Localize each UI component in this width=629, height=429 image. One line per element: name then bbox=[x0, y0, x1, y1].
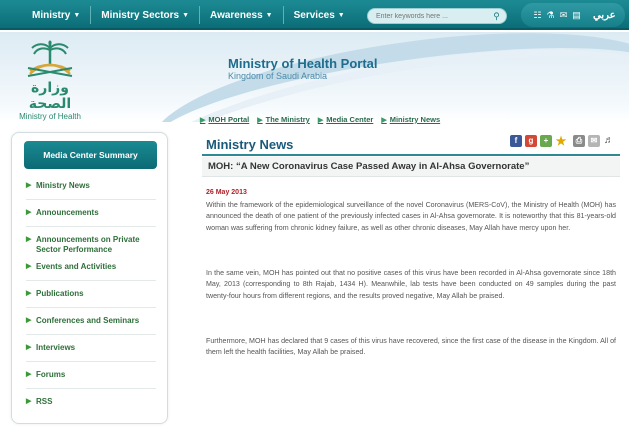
bullet-arrow-icon: ▶ bbox=[26, 290, 32, 297]
sidebar-item-forums[interactable]: ▶ Forums bbox=[26, 370, 161, 380]
logo-english-text: Ministry of Health bbox=[19, 112, 81, 121]
breadcrumb-moh-portal[interactable]: ▶ MOH Portal bbox=[200, 115, 249, 124]
text-size-icon[interactable]: ▤ bbox=[570, 10, 583, 21]
chevron-down-icon: ▼ bbox=[265, 11, 273, 19]
bullet-arrow-icon: ▶ bbox=[26, 182, 32, 189]
arrow-right-icon: ▶ bbox=[317, 116, 324, 124]
section-title: Ministry News bbox=[206, 137, 294, 152]
sidebar-item-events-activities[interactable]: ▶ Events and Activities bbox=[26, 262, 161, 272]
sidebar-divider bbox=[26, 199, 156, 200]
nav-ministry[interactable]: Ministry ▼ bbox=[12, 0, 90, 30]
news-headline: MOH: “A New Coronavirus Case Passed Away… bbox=[208, 161, 530, 172]
sidebar-divider bbox=[26, 361, 156, 362]
sidebar-heading: Media Center Summary bbox=[24, 141, 157, 169]
sidebar-item-label: RSS bbox=[36, 397, 53, 406]
top-navigation-bar: Ministry ▼ Ministry Sectors ▼ Awareness ▼ S… bbox=[0, 0, 629, 30]
bullet-arrow-icon: ▶ bbox=[26, 398, 32, 405]
sidebar-item-label: Events and Activities bbox=[36, 262, 117, 271]
sidebar-item-conferences-seminars[interactable]: ▶ Conferences and Seminars bbox=[26, 316, 161, 326]
nav-services[interactable]: Services ▼ bbox=[284, 0, 355, 30]
sidebar-item-ministry-news[interactable]: ▶ Ministry News bbox=[26, 181, 161, 191]
breadcrumb: ▶ MOH Portal ▶ The Ministry ▶ Media Center … bbox=[200, 115, 448, 124]
arrow-right-icon: ▶ bbox=[257, 116, 263, 124]
sidebar-item-label: Conferences and Seminars bbox=[36, 316, 140, 325]
sidebar-divider bbox=[26, 280, 156, 281]
utility-tools: ☷ ⚗ ✉ ▤ عربي bbox=[521, 3, 625, 27]
breadcrumb-media-center[interactable]: ▶ Media Center bbox=[318, 115, 374, 124]
accessibility-icon[interactable]: ⚗ bbox=[544, 10, 557, 21]
bullet-arrow-icon: ▶ bbox=[26, 371, 32, 378]
sidebar-divider bbox=[26, 226, 156, 227]
language-switch-link[interactable]: عربي bbox=[593, 10, 616, 21]
search-box: ⚲ bbox=[367, 8, 507, 24]
sidebar-divider bbox=[26, 307, 156, 308]
nav-services-label: Services bbox=[293, 9, 335, 21]
bullet-arrow-icon: ▶ bbox=[26, 209, 32, 216]
sidebar-item-label: Publications bbox=[36, 289, 84, 298]
bullet-arrow-icon: ▶ bbox=[26, 236, 32, 243]
mail-icon[interactable]: ✉ bbox=[557, 10, 570, 21]
nav-awareness-label: Awareness bbox=[210, 9, 263, 21]
sidebar-divider bbox=[26, 388, 156, 389]
search-icon[interactable]: ⚲ bbox=[490, 10, 503, 22]
bullet-arrow-icon: ▶ bbox=[26, 263, 32, 270]
breadcrumb-label: Media Center bbox=[326, 115, 374, 124]
share-toolbar: f g + ★ ⎙ ✉ ♬ bbox=[507, 135, 615, 147]
add-icon[interactable]: + bbox=[540, 135, 552, 147]
palm-swords-emblem-icon bbox=[27, 40, 73, 77]
sidebar-item-label: Forums bbox=[36, 370, 66, 379]
sidebar-item-label: Interviews bbox=[36, 343, 76, 352]
sidebar-item-publications[interactable]: ▶ Publications bbox=[26, 289, 161, 299]
sidebar-item-label: Announcements bbox=[36, 208, 99, 217]
audio-icon[interactable]: ♬ bbox=[603, 135, 615, 147]
sidebar-item-label: Ministry News bbox=[36, 181, 90, 190]
ministry-logo[interactable]: وزارة الصحة Ministry of Health bbox=[10, 40, 90, 121]
bullet-arrow-icon: ▶ bbox=[26, 317, 32, 324]
arrow-right-icon: ▶ bbox=[381, 116, 387, 124]
sidebar-divider bbox=[26, 334, 156, 335]
sidebar-item-label: Announcements on Private Sector Performa… bbox=[36, 235, 140, 254]
bullet-arrow-icon: ▶ bbox=[26, 344, 32, 351]
article-paragraph: Furthermore, MOH has declared that 9 cas… bbox=[206, 337, 616, 357]
media-center-sidebar: Media Center Summary ▶ Ministry News ▶ Ann… bbox=[11, 132, 168, 424]
portal-subtitle: Kingdom of Saudi Arabia bbox=[228, 71, 328, 81]
sidebar-item-interviews[interactable]: ▶ Interviews bbox=[26, 343, 161, 353]
favorite-star-icon[interactable]: ★ bbox=[555, 135, 567, 147]
article-date: 26 May 2013 bbox=[206, 189, 247, 196]
page-header: وزارة الصحة Ministry of Health Ministry … bbox=[0, 32, 629, 122]
search-input[interactable] bbox=[376, 10, 486, 23]
breadcrumb-the-ministry[interactable]: ▶ The Ministry bbox=[257, 115, 310, 124]
headline-box: MOH: “A New Coronavirus Case Passed Away… bbox=[202, 157, 620, 177]
article-paragraph: In the same vein, MOH has pointed out th… bbox=[206, 269, 616, 300]
nav-ministry-sectors-label: Ministry Sectors bbox=[101, 9, 180, 21]
sidebar-item-announcements-private-sector[interactable]: ▶ Announcements on Private Sector Perform… bbox=[26, 235, 161, 255]
facebook-icon[interactable]: f bbox=[510, 135, 522, 147]
chevron-down-icon: ▼ bbox=[337, 11, 345, 19]
google-plus-icon[interactable]: g bbox=[525, 135, 537, 147]
breadcrumb-label: The Ministry bbox=[265, 115, 310, 124]
sidebar-item-rss[interactable]: ▶ RSS bbox=[26, 397, 161, 407]
email-icon[interactable]: ✉ bbox=[588, 135, 600, 147]
sidebar-item-announcements[interactable]: ▶ Announcements bbox=[26, 208, 161, 218]
chevron-down-icon: ▼ bbox=[73, 11, 81, 19]
breadcrumb-ministry-news[interactable]: ▶ Ministry News bbox=[381, 115, 440, 124]
sitemap-icon[interactable]: ☷ bbox=[531, 10, 544, 21]
article-paragraph: Within the framework of the epidemiologi… bbox=[206, 201, 616, 232]
portal-title: Ministry of Health Portal bbox=[228, 56, 378, 71]
nav-ministry-label: Ministry bbox=[32, 9, 71, 21]
nav-ministry-sectors[interactable]: Ministry Sectors ▼ bbox=[91, 0, 199, 30]
nav-awareness[interactable]: Awareness ▼ bbox=[200, 0, 283, 30]
arrow-right-icon: ▶ bbox=[200, 116, 206, 124]
chevron-down-icon: ▼ bbox=[182, 11, 190, 19]
print-icon[interactable]: ⎙ bbox=[573, 135, 585, 147]
breadcrumb-label: Ministry News bbox=[389, 115, 441, 124]
breadcrumb-label: MOH Portal bbox=[208, 115, 250, 124]
main-nav: Ministry ▼ Ministry Sectors ▼ Awareness ▼ S… bbox=[12, 0, 355, 30]
title-underline bbox=[202, 154, 620, 156]
logo-arabic-text: وزارة الصحة bbox=[28, 80, 72, 112]
